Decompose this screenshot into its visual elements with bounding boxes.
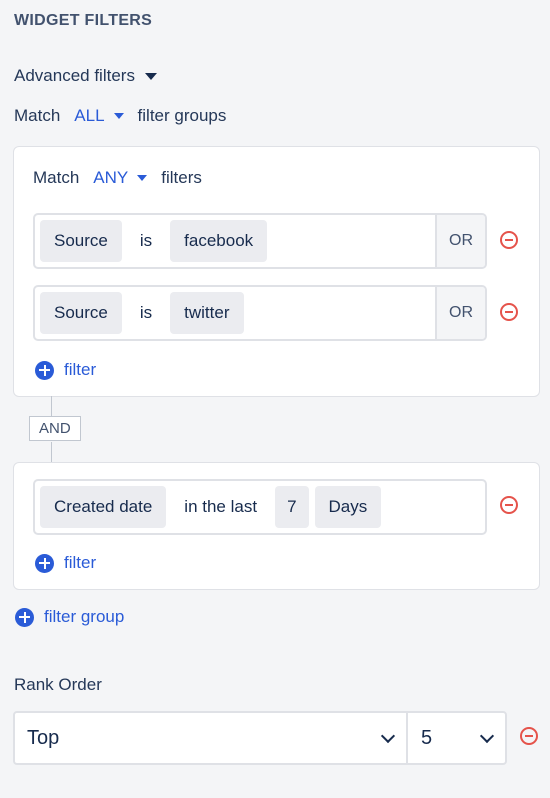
chevron-down-icon	[380, 728, 396, 744]
add-filter-group-label: filter group	[44, 607, 125, 626]
filter-amount[interactable]: 7	[275, 486, 309, 528]
filter-operator[interactable]: is	[140, 303, 152, 323]
caret-down-icon	[137, 175, 148, 181]
section-title: WIDGET FILTERS	[14, 12, 153, 29]
remove-filter-icon[interactable]	[500, 303, 518, 321]
filter-value[interactable]: facebook	[170, 220, 268, 262]
rank-count-select[interactable]: 5	[406, 711, 507, 765]
add-filter-label: filter	[64, 360, 97, 379]
group-match-value: ANY	[93, 168, 129, 187]
plus-circle-icon	[35, 360, 54, 380]
caret-down-icon	[144, 72, 157, 80]
group-match-row: Match ANY filters	[33, 168, 202, 188]
filter-joiner-or[interactable]: OR	[435, 215, 485, 267]
filter-row[interactable]: Source is facebook OR	[33, 213, 487, 269]
filter-operator[interactable]: is	[140, 231, 152, 251]
plus-circle-icon	[35, 553, 54, 573]
caret-down-icon	[113, 113, 124, 119]
outer-match-dropdown[interactable]: ALL	[74, 106, 124, 126]
filter-row[interactable]: Source is twitter OR	[33, 285, 487, 341]
outer-match-suffix: filter groups	[137, 106, 227, 125]
filter-operator[interactable]: in the last	[184, 497, 257, 517]
group-joiner-and[interactable]: AND	[29, 416, 81, 441]
filter-unit[interactable]: Days	[314, 486, 382, 528]
filter-field[interactable]: Source	[40, 292, 122, 334]
filter-group-1: Match ANY filters Source is facebook OR …	[13, 146, 540, 397]
group-match-dropdown[interactable]: ANY	[93, 168, 148, 188]
rank-order-value: Top	[27, 726, 60, 749]
connector-line	[51, 396, 52, 416]
remove-filter-icon[interactable]	[500, 496, 518, 514]
filter-field[interactable]: Source	[40, 220, 122, 262]
rank-count-value: 5	[421, 726, 433, 749]
remove-rank-icon[interactable]	[520, 727, 538, 745]
advanced-filters-label: Advanced filters	[14, 66, 135, 85]
filter-row[interactable]: Created date in the last 7 Days	[33, 479, 487, 535]
outer-match-row: Match ALL filter groups	[14, 106, 226, 126]
remove-filter-icon[interactable]	[500, 231, 518, 249]
add-filter-label: filter	[64, 553, 97, 572]
add-filter-button[interactable]: filter	[35, 360, 96, 380]
outer-match-value: ALL	[74, 106, 105, 125]
filter-group-2: Created date in the last 7 Days filter	[13, 462, 540, 590]
rank-order-label: Rank Order	[14, 675, 102, 694]
connector-line	[51, 442, 52, 462]
add-filter-button[interactable]: filter	[35, 553, 96, 573]
chevron-down-icon	[479, 728, 495, 744]
plus-circle-icon	[15, 607, 34, 627]
outer-match-prefix: Match	[14, 106, 61, 125]
add-filter-group-button[interactable]: filter group	[15, 607, 124, 627]
filter-value[interactable]: twitter	[170, 292, 244, 334]
group-match-prefix: Match	[33, 168, 80, 187]
filter-field[interactable]: Created date	[40, 486, 167, 528]
group-match-suffix: filters	[161, 168, 202, 187]
advanced-filters-toggle[interactable]: Advanced filters	[14, 66, 157, 86]
filter-joiner-or[interactable]: OR	[435, 287, 485, 339]
rank-order-select[interactable]: Top	[13, 711, 408, 765]
